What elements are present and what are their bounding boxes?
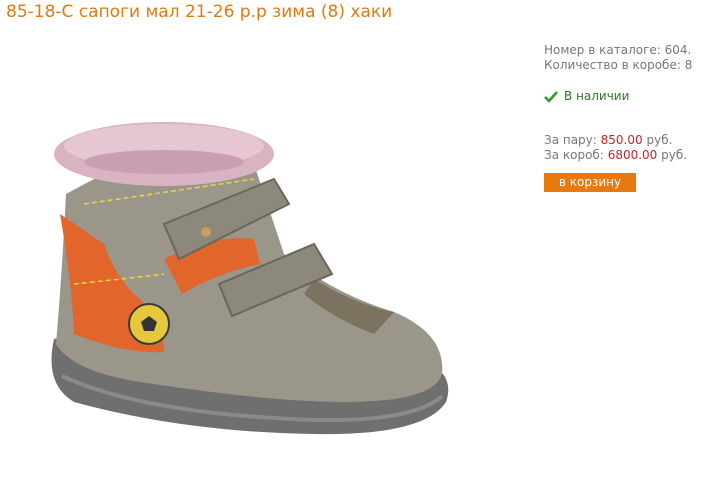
- product-title: 85-18-С сапоги мал 21-26 р.р зима (8) ха…: [6, 2, 393, 22]
- check-icon: [544, 90, 558, 103]
- stock-status-text: В наличии: [564, 89, 630, 103]
- product-info: Номер в каталоге: 604. Количество в коро…: [544, 43, 714, 192]
- add-to-cart-button[interactable]: в корзину: [544, 173, 636, 192]
- stock-status: В наличии: [544, 89, 714, 104]
- price-block: За пару: 850.00 руб. За короб: 6800.00 р…: [544, 133, 714, 163]
- price-per-box-label: За короб:: [544, 148, 604, 162]
- catalog-number-row: Номер в каталоге: 604.: [544, 43, 714, 58]
- box-quantity-label: Количество в коробе:: [544, 58, 681, 72]
- product-image[interactable]: [14, 84, 514, 494]
- price-per-pair-row: За пару: 850.00 руб.: [544, 133, 714, 148]
- price-per-box-value: 6800.00: [607, 148, 658, 162]
- price-per-pair-currency: руб.: [646, 133, 673, 147]
- catalog-number-value: 604.: [664, 43, 692, 57]
- price-per-pair-value: 850.00: [600, 133, 643, 147]
- catalog-number-label: Номер в каталоге:: [544, 43, 661, 57]
- price-per-box-row: За короб: 6800.00 руб.: [544, 148, 714, 163]
- price-per-box-currency: руб.: [661, 148, 688, 162]
- box-quantity-row: Количество в коробе: 8: [544, 58, 714, 73]
- winter-boot-icon: [51, 122, 449, 435]
- box-quantity-value: 8: [684, 58, 693, 72]
- price-per-pair-label: За пару:: [544, 133, 597, 147]
